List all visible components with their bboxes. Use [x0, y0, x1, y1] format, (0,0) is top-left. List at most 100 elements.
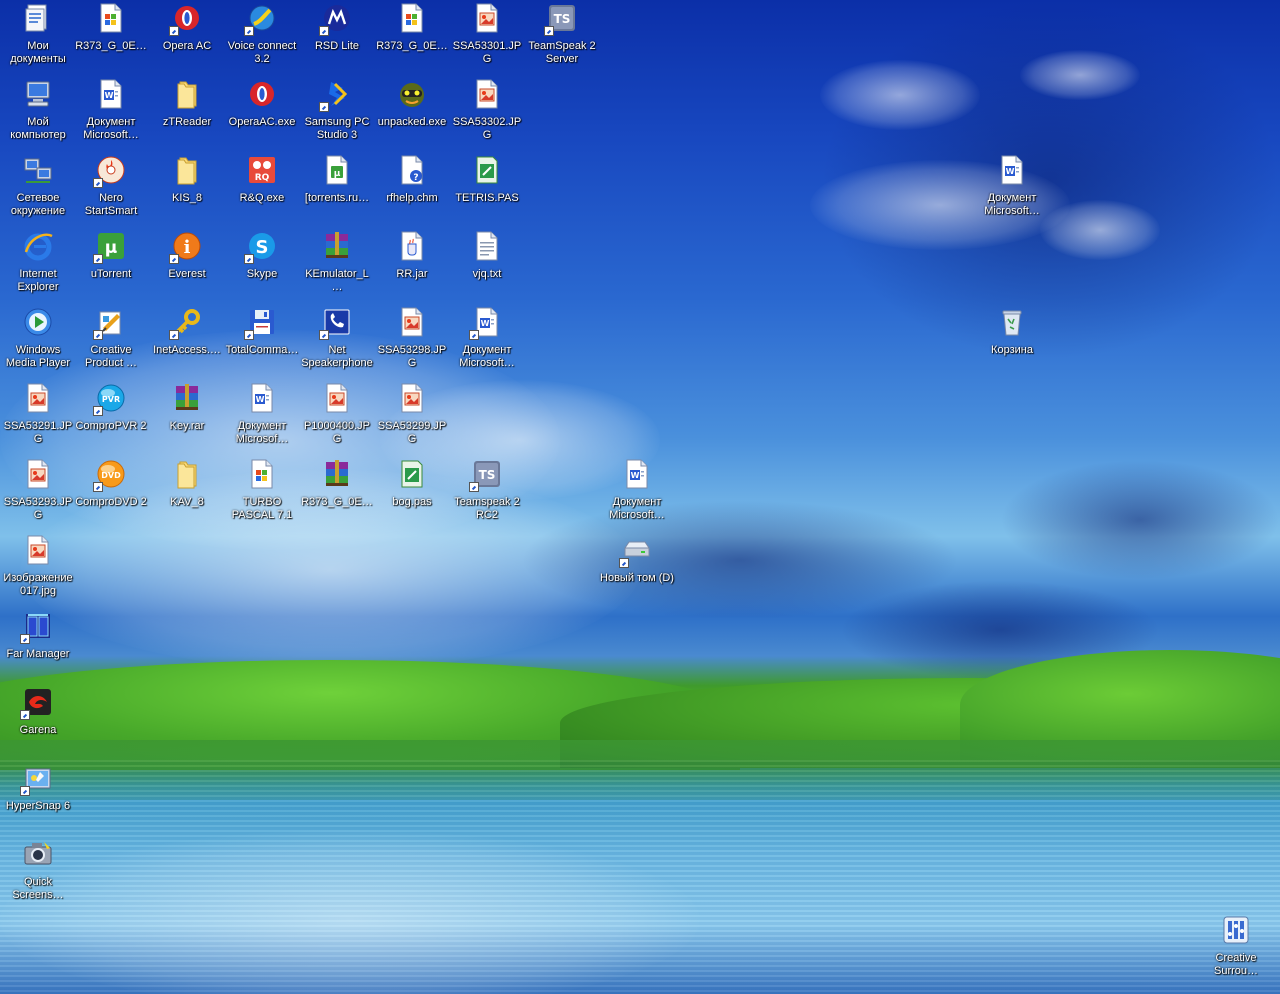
- desktop-icon-r373-rar[interactable]: R373_G_0E…: [299, 456, 375, 532]
- desktop-icon-turbo-pascal[interactable]: TURBO PASCAL 7.1: [224, 456, 300, 532]
- desktop-icon-p1000400[interactable]: P1000400.JPG: [299, 380, 375, 456]
- desktop-icon-kemulator[interactable]: KEmulator_L…: [299, 228, 375, 304]
- word-icon: W: [246, 382, 278, 414]
- desktop-icon-label: uTorrent: [90, 268, 132, 280]
- desktop-icon-wmp[interactable]: Windows Media Player: [0, 304, 76, 380]
- desktop-icon-teamspeak-server[interactable]: TS TeamSpeak 2 Server: [524, 0, 600, 76]
- desktop-icon-rfhelp[interactable]: ? rfhelp.chm: [374, 152, 450, 228]
- desktop-icon-everest[interactable]: i Everest: [149, 228, 225, 304]
- desktop-icon-totalcommander[interactable]: TotalComma…: [224, 304, 300, 380]
- desktop-icon-ssa53293[interactable]: SSA53293.JPG: [0, 456, 76, 532]
- desktop-icon-my-computer[interactable]: Мой компьютер: [0, 76, 76, 152]
- desktop-icon-tetris-pas[interactable]: TETRIS.PAS: [449, 152, 525, 228]
- desktop-icon-key-rar[interactable]: Key.rar: [149, 380, 225, 456]
- desktop-icon-utorrent[interactable]: μ uTorrent: [73, 228, 149, 304]
- desktop-icon-word-doc-2[interactable]: W Документ Microsoft…: [974, 152, 1050, 228]
- desktop-icon-inetaccess[interactable]: InetAccess.…: [149, 304, 225, 380]
- desktop-icon-label: P1000400.JPG: [303, 420, 371, 445]
- desktop-icon-ssa53299[interactable]: SSA53299.JPG: [374, 380, 450, 456]
- shortcut-arrow-icon: [469, 482, 479, 492]
- desktop-icon-unpacked-exe[interactable]: unpacked.exe: [374, 76, 450, 152]
- desktop-icon-ssa53291[interactable]: SSA53291.JPG: [0, 380, 76, 456]
- desktop-icon-garena[interactable]: Garena: [0, 684, 76, 760]
- desktop-icon-label: InetAccess.…: [153, 344, 221, 356]
- svg-text:PVR: PVR: [102, 395, 120, 404]
- drive-icon: [619, 534, 653, 568]
- word-icon: W: [996, 154, 1028, 186]
- skype-icon: S: [244, 230, 278, 264]
- desktop-icon-kav8[interactable]: KAV_8: [149, 456, 225, 532]
- desktop-icon-operaac-exe[interactable]: OperaAC.exe: [224, 76, 300, 152]
- desktop-icon-bog-pas[interactable]: bog.pas: [374, 456, 450, 532]
- desktop-icon-my-documents[interactable]: Мои документы: [0, 0, 76, 76]
- desktop-icon-label: SSA53301.JPG: [452, 40, 522, 65]
- folder-icon: [171, 458, 203, 490]
- desktop-icon-word-doc-4[interactable]: W Документ Microsof…: [224, 380, 300, 456]
- desktop-icon-skype[interactable]: S Skype: [224, 228, 300, 304]
- desktop-icon-label: Windows Media Player: [5, 344, 71, 369]
- rar-icon: [321, 230, 353, 262]
- desktop-icon-samsung-pc-studio[interactable]: Samsung PC Studio 3: [299, 76, 375, 152]
- desktop-icon-word-doc-3[interactable]: W Документ Microsoft…: [449, 304, 525, 380]
- desktop-icon-compro-pvr[interactable]: PVR ComproPVR 2: [73, 380, 149, 456]
- folder-icon: [171, 78, 203, 110]
- desktop-icon-voice-connect[interactable]: Voice connect 3.2: [224, 0, 300, 76]
- desktop-icon-teamspeak-rc2[interactable]: TS Teamspeak 2 RC2: [449, 456, 525, 532]
- desktop-icon-internet-explorer[interactable]: Internet Explorer: [0, 228, 76, 304]
- word-icon: W: [469, 306, 503, 340]
- txt-icon: [471, 230, 503, 262]
- desktop-icon-hypersnap[interactable]: HyperSnap 6: [0, 760, 76, 836]
- desktop[interactable]: Мои документы R373_G_0E… Opera AC Voice con…: [0, 0, 1280, 994]
- setup-icon: [396, 2, 428, 34]
- desktop-icon-rr-jar[interactable]: RR.jar: [374, 228, 450, 304]
- jar-icon: [396, 230, 428, 262]
- desktop-icon-label: R&Q.exe: [239, 192, 285, 204]
- desktop-icon-label: SSA53291.JPG: [3, 420, 73, 445]
- svg-text:W: W: [256, 395, 265, 404]
- desktop-icon-label: Voice connect 3.2: [227, 40, 297, 65]
- desktop-icon-label: Internet Explorer: [17, 268, 59, 293]
- shortcut-arrow-icon: [244, 254, 254, 264]
- svg-text:W: W: [481, 319, 490, 328]
- motorola-icon: [319, 2, 353, 36]
- far-icon: [20, 610, 54, 644]
- desktop-icon-far-manager[interactable]: Far Manager: [0, 608, 76, 684]
- folder-icon: [171, 154, 203, 186]
- desktop-icon-label: R373_G_0E…: [75, 40, 147, 52]
- desktop-icon-compro-dvd[interactable]: DVD ComproDVD 2: [73, 456, 149, 532]
- desktop-icon-vjq-txt[interactable]: vjq.txt: [449, 228, 525, 304]
- desktop-icon-ssa53302[interactable]: SSA53302.JPG: [449, 76, 525, 152]
- desktop-icon-label: zTReader: [162, 116, 212, 128]
- desktop-icon-r373-doc-1[interactable]: R373_G_0E…: [73, 0, 149, 76]
- desktop-icon-label: Документ Microsof…: [235, 420, 289, 445]
- everest-icon: i: [169, 230, 203, 264]
- desktop-icon-label: unpacked.exe: [377, 116, 447, 128]
- desktop-icon-ztreader[interactable]: zTReader: [149, 76, 225, 152]
- desktop-icon-ssa53298[interactable]: SSA53298.JPG: [374, 304, 450, 380]
- desktop-icon-rq-exe[interactable]: RQ R&Q.exe: [224, 152, 300, 228]
- shortcut-arrow-icon: [169, 330, 179, 340]
- pas-icon: [396, 458, 428, 490]
- desktop-icon-recycle-bin[interactable]: Корзина: [974, 304, 1050, 380]
- desktop-icon-torrents-ru[interactable]: μ [torrents.ru…: [299, 152, 375, 228]
- desktop-icon-network[interactable]: Сетевое окружение: [0, 152, 76, 228]
- desktop-icon-label: Документ Microsoft…: [984, 192, 1040, 217]
- desktop-icon-quick-screenshot[interactable]: Quick Screens…: [0, 836, 76, 912]
- desktop-icon-r373-doc-2[interactable]: R373_G_0E…: [374, 0, 450, 76]
- desktop-icon-rsd-lite[interactable]: RSD Lite: [299, 0, 375, 76]
- desktop-icon-creative-surround[interactable]: Creative Surrou…: [1198, 912, 1274, 988]
- desktop-icon-word-doc-1[interactable]: W Документ Microsoft…: [73, 76, 149, 152]
- desktop-icon-opera-ac[interactable]: Opera AC: [149, 0, 225, 76]
- desktop-icon-kis8[interactable]: KIS_8: [149, 152, 225, 228]
- desktop-icon-nero[interactable]: Nero StartSmart: [73, 152, 149, 228]
- desktop-icon-label: Quick Screens…: [12, 876, 64, 901]
- desktop-icon-word-doc-5[interactable]: W Документ Microsoft…: [599, 456, 675, 532]
- svg-text:RQ: RQ: [255, 173, 270, 183]
- shortcut-arrow-icon: [93, 482, 103, 492]
- jpg-icon: [396, 382, 428, 414]
- desktop-icon-creative-product[interactable]: Creative Product …: [73, 304, 149, 380]
- desktop-icon-drive-d[interactable]: Новый том (D): [599, 532, 675, 608]
- desktop-icon-ssa53301[interactable]: SSA53301.JPG: [449, 0, 525, 76]
- desktop-icon-net-speakerphone[interactable]: Net Speakerphone: [299, 304, 375, 380]
- desktop-icon-image-017[interactable]: Изображение 017.jpg: [0, 532, 76, 608]
